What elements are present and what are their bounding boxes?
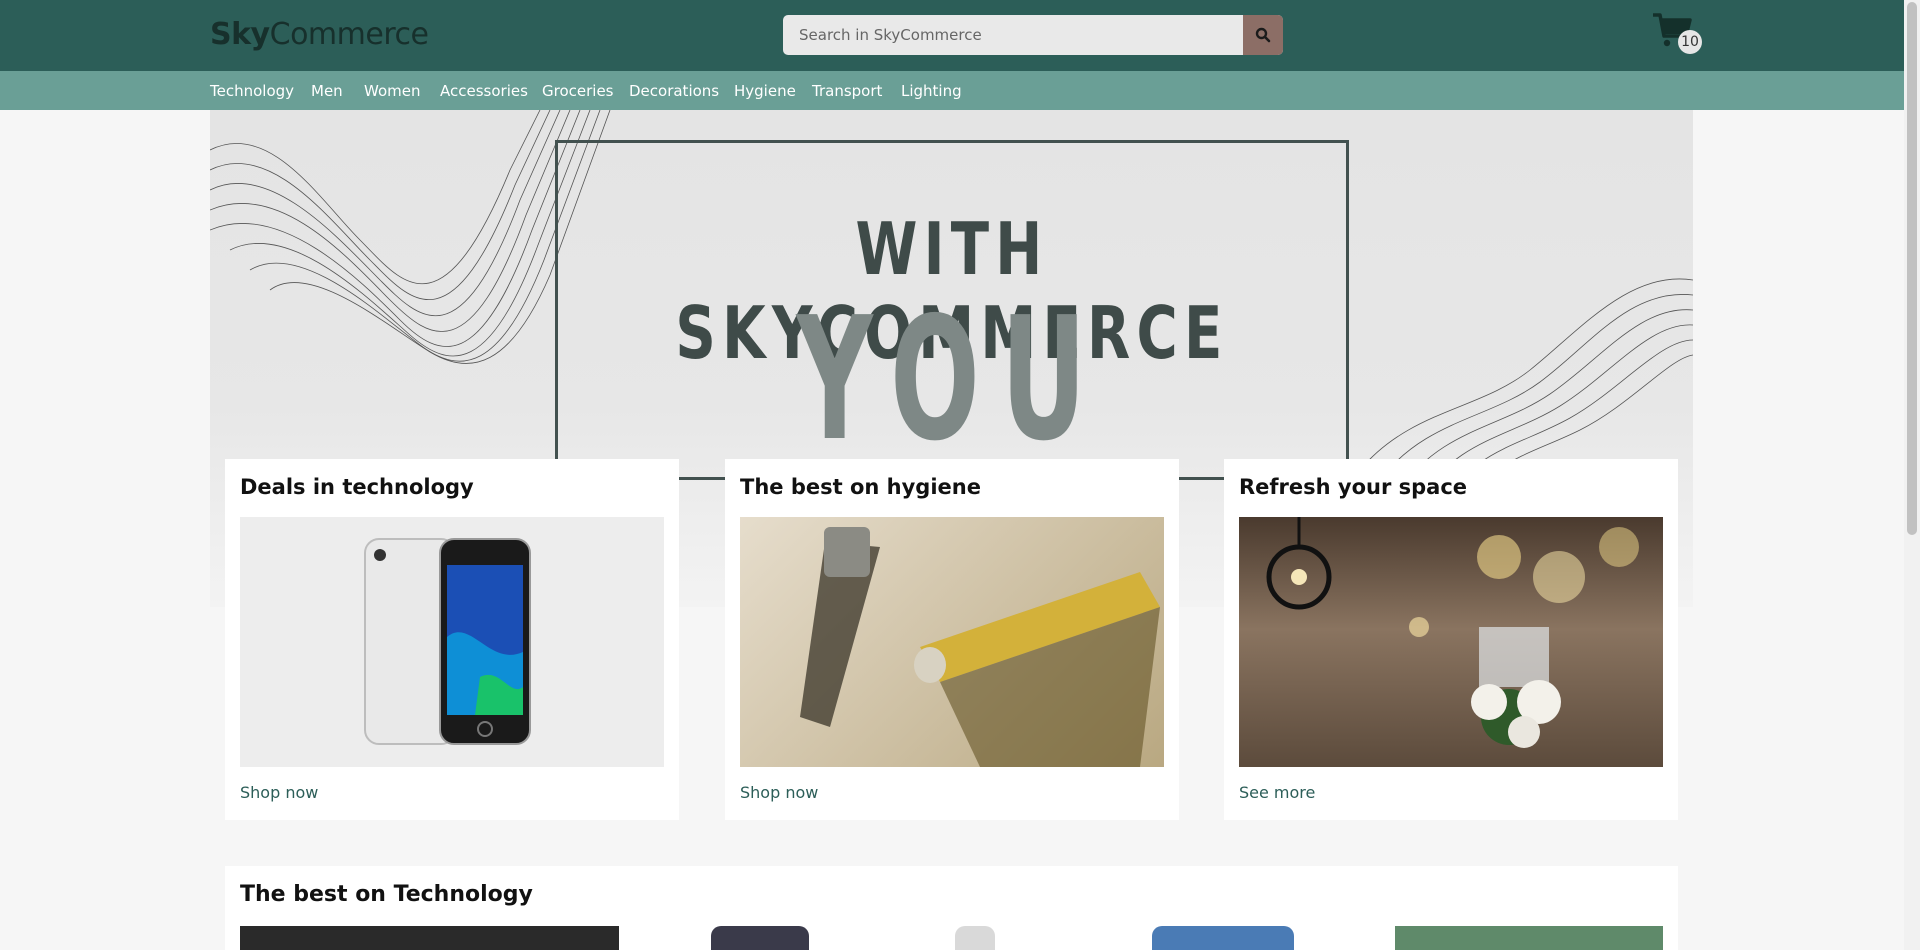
- cart-button[interactable]: 10: [1652, 12, 1702, 56]
- page-scrollbar[interactable]: [1904, 0, 1920, 950]
- chandelier-decor-image[interactable]: [1239, 517, 1663, 767]
- promo-card-technology: Deals in technology Shop now: [225, 459, 679, 820]
- scrollbar-thumb[interactable]: [1907, 2, 1917, 535]
- search-icon: [1255, 27, 1271, 43]
- cart-count-badge: 10: [1678, 30, 1702, 54]
- nav-item-decorations[interactable]: Decorations: [629, 82, 719, 100]
- promo-card-decor: Refresh your space See more: [1224, 459, 1678, 820]
- perfume-illustration: [800, 527, 1160, 767]
- card-title: The best on hygiene: [740, 475, 981, 499]
- nav-item-lighting[interactable]: Lighting: [901, 82, 962, 100]
- shop-now-link[interactable]: Shop now: [240, 783, 318, 802]
- product-thumbnail[interactable]: [1395, 926, 1663, 950]
- product-thumbnail[interactable]: [240, 926, 619, 950]
- nav-item-transport[interactable]: Transport: [812, 82, 882, 100]
- promo-card-hygiene: The best on hygiene Shop now: [725, 459, 1179, 820]
- perfume-bottle-image[interactable]: [740, 517, 1164, 767]
- smartphone-image[interactable]: [240, 517, 664, 767]
- logo[interactable]: SkyCommerce: [210, 17, 429, 52]
- product-thumbnail[interactable]: [955, 926, 995, 950]
- card-title: Refresh your space: [1239, 475, 1468, 499]
- search-input[interactable]: [783, 15, 1243, 55]
- nav-item-groceries[interactable]: Groceries: [542, 82, 614, 100]
- section-title: The best on Technology: [240, 882, 533, 907]
- see-more-link[interactable]: See more: [1239, 783, 1315, 802]
- nav-item-hygiene[interactable]: Hygiene: [734, 82, 796, 100]
- category-nav: Technology Men Women Accessories Groceri…: [0, 71, 1904, 110]
- shop-now-link[interactable]: Shop now: [740, 783, 818, 802]
- technology-section: The best on Technology: [225, 866, 1678, 950]
- nav-item-men[interactable]: Men: [311, 82, 343, 100]
- product-thumbnail[interactable]: [1152, 926, 1294, 950]
- card-title: Deals in technology: [240, 475, 474, 499]
- nav-item-technology[interactable]: Technology: [210, 82, 294, 100]
- smartphone-illustration: [364, 538, 531, 745]
- nav-item-women[interactable]: Women: [364, 82, 420, 100]
- product-thumbnail[interactable]: [711, 926, 809, 950]
- nav-item-accessories[interactable]: Accessories: [440, 82, 528, 100]
- chandelier-illustration: [1266, 517, 1639, 748]
- top-header: SkyCommerce 10: [0, 0, 1904, 71]
- search-button[interactable]: [1243, 15, 1283, 55]
- hero-frame: WITH SKYCOMMERCE YOU CAN: [555, 140, 1349, 607]
- search-bar: [783, 15, 1283, 55]
